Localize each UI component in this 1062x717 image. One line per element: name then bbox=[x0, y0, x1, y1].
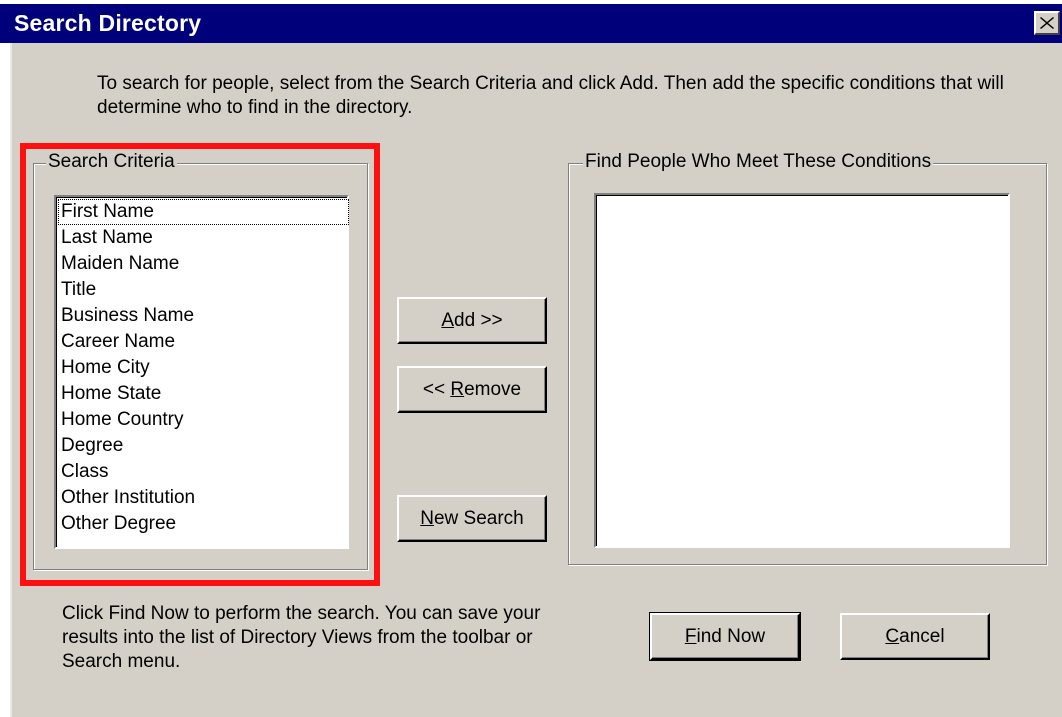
left-edge bbox=[0, 43, 10, 717]
add-button[interactable]: Add >> bbox=[397, 297, 547, 344]
window-title: Search Directory bbox=[14, 10, 202, 36]
criteria-item[interactable]: Degree bbox=[58, 433, 123, 459]
conditions-label: Find People Who Meet These Conditions bbox=[583, 151, 934, 173]
footer-text: Click Find Now to perform the search. Yo… bbox=[62, 603, 541, 672]
search-directory-dialog: Search Directory To search for people, s… bbox=[0, 4, 1062, 717]
criteria-item[interactable]: Maiden Name bbox=[58, 251, 179, 277]
criteria-item[interactable]: First Name bbox=[58, 199, 349, 225]
criteria-item[interactable]: Home State bbox=[58, 381, 161, 407]
close-icon bbox=[1040, 17, 1054, 29]
close-button[interactable] bbox=[1034, 11, 1060, 35]
add-mnemonic: A bbox=[441, 309, 455, 331]
criteria-item[interactable]: Home City bbox=[58, 355, 150, 381]
criteria-item[interactable]: Class bbox=[58, 459, 109, 485]
search-criteria-group: Search Criteria First Name Last Name Maide… bbox=[33, 151, 368, 570]
find-now-mnemonic: F bbox=[684, 625, 697, 647]
criteria-item[interactable]: Other Institution bbox=[58, 485, 195, 511]
remove-label: emove bbox=[464, 378, 522, 400]
add-label: dd >> bbox=[454, 309, 503, 331]
new-search-mnemonic: N bbox=[420, 507, 434, 529]
new-search-button[interactable]: New Search bbox=[397, 495, 547, 542]
title-bar: Search Directory bbox=[0, 4, 1062, 43]
cancel-button[interactable]: Cancel bbox=[840, 613, 990, 660]
left-edge-shade bbox=[10, 43, 12, 717]
find-now-label: ind Now bbox=[696, 625, 766, 647]
intro-text: To search for people, select from the Se… bbox=[97, 73, 1004, 118]
conditions-group: Find People Who Meet These Conditions bbox=[568, 151, 1047, 565]
criteria-item[interactable]: Other Degree bbox=[58, 511, 176, 537]
search-criteria-list[interactable]: First Name Last Name Maiden Name Title Busin… bbox=[54, 195, 349, 549]
remove-prefix: << bbox=[422, 378, 451, 400]
cancel-mnemonic: C bbox=[885, 625, 900, 647]
criteria-item[interactable]: Career Name bbox=[58, 329, 175, 355]
criteria-item[interactable]: Home Country bbox=[58, 407, 184, 433]
cancel-label: ancel bbox=[899, 625, 945, 647]
remove-button[interactable]: << Remove bbox=[397, 366, 547, 413]
criteria-item[interactable]: Last Name bbox=[58, 225, 153, 251]
conditions-list[interactable] bbox=[594, 193, 1010, 548]
remove-mnemonic: R bbox=[450, 378, 465, 400]
search-criteria-label: Search Criteria bbox=[46, 151, 177, 173]
criteria-item[interactable]: Title bbox=[58, 277, 96, 303]
find-now-button[interactable]: Find Now bbox=[649, 612, 801, 661]
new-search-label: ew Search bbox=[433, 507, 524, 529]
criteria-item[interactable]: Business Name bbox=[58, 303, 194, 329]
